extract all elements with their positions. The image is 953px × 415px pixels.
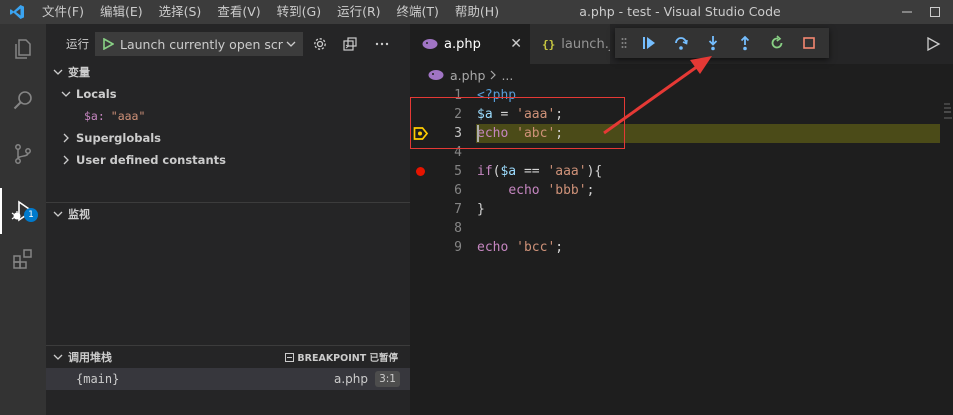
annotation-arrow [603, 56, 712, 135]
